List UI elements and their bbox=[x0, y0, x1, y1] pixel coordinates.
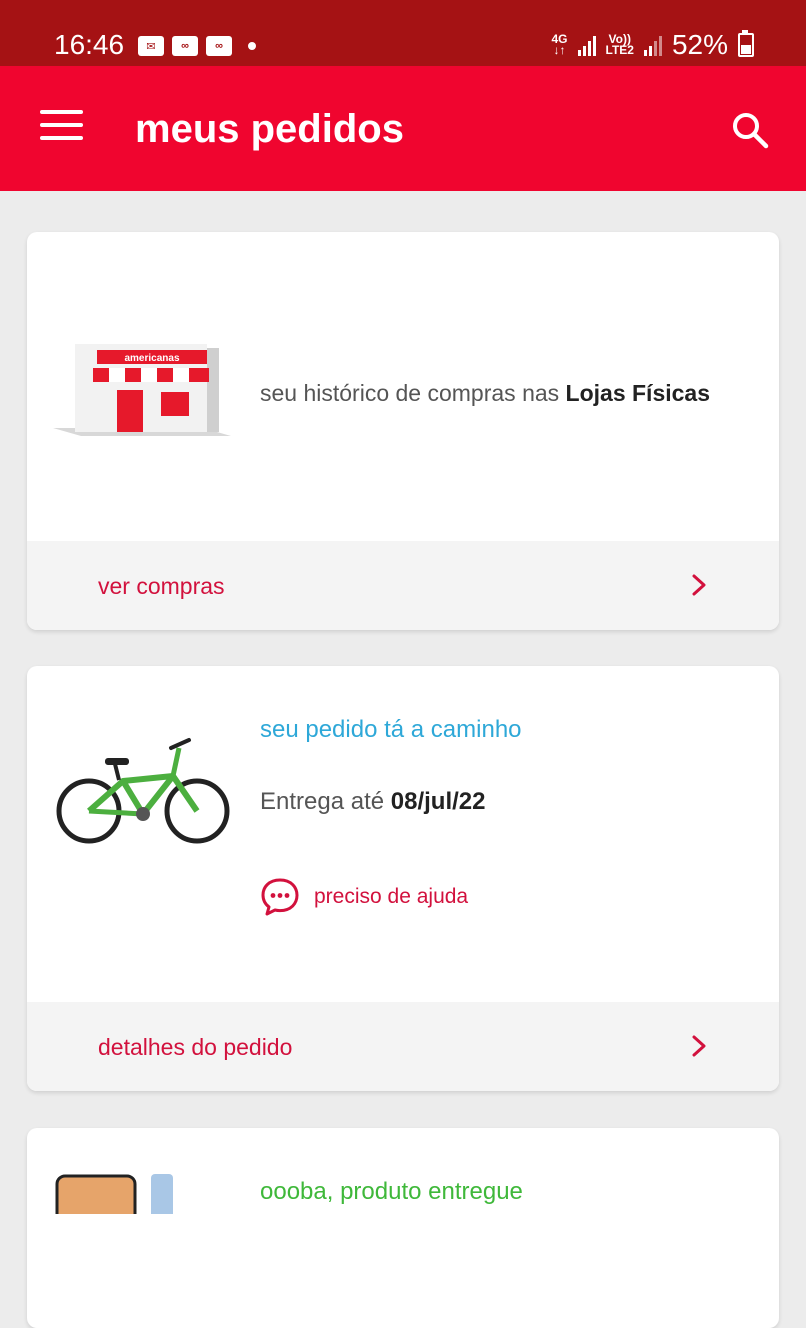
search-icon[interactable] bbox=[730, 110, 770, 150]
chat-bubble-icon bbox=[261, 878, 299, 916]
order-details-label: detalhes do pedido bbox=[98, 1034, 293, 1060]
store-illustration: americanas bbox=[53, 344, 231, 436]
phone-product-image bbox=[55, 1174, 173, 1214]
voicemail-notification-icon: ∞ bbox=[206, 36, 232, 56]
ver-compras-button[interactable]: ver compras bbox=[27, 541, 779, 630]
order-card: seu pedido tá a caminho Entrega até 08/j… bbox=[27, 666, 779, 1091]
voicemail-notification-icon: ∞ bbox=[172, 36, 198, 56]
system-icons: 4G ↓↑ Vo)) LTE2 52% bbox=[551, 28, 754, 62]
outlook-notification-icon: ✉ bbox=[138, 36, 164, 56]
battery-icon bbox=[738, 30, 754, 57]
signal-icon bbox=[643, 34, 662, 56]
bicycle-product-image bbox=[56, 738, 230, 844]
chevron-right-icon bbox=[692, 574, 706, 596]
order-details-button[interactable]: detalhes do pedido bbox=[27, 1002, 779, 1091]
network-4g-icon: 4G ↓↑ bbox=[551, 32, 568, 57]
store-sign-text: americanas bbox=[124, 353, 179, 364]
physical-stores-card: americanas seu histórico de compras nas … bbox=[27, 232, 779, 630]
signal-icon bbox=[577, 34, 596, 56]
order-status: seu pedido tá a caminho bbox=[260, 716, 522, 743]
chevron-right-icon bbox=[692, 1035, 706, 1057]
delivery-date-text: Entrega até 08/jul/22 bbox=[260, 788, 486, 815]
ver-compras-label: ver compras bbox=[98, 573, 225, 599]
store-history-text: seu histórico de compras nas Lojas Físic… bbox=[260, 380, 711, 406]
status-time: 16:46 bbox=[54, 29, 125, 60]
more-notifications-icon bbox=[248, 42, 256, 50]
page-title: meus pedidos bbox=[135, 107, 404, 151]
hamburger-menu-icon[interactable] bbox=[40, 110, 84, 146]
delivered-order-card: oooba, produto entregue bbox=[27, 1128, 779, 1328]
volte-icon: Vo)) LTE2 bbox=[605, 32, 634, 57]
battery-percent: 52% bbox=[671, 29, 728, 60]
app-bar: meus pedidos bbox=[0, 66, 806, 191]
order-status: oooba, produto entregue bbox=[260, 1178, 523, 1205]
help-button[interactable]: preciso de ajuda bbox=[260, 872, 468, 922]
notification-icons: ✉ ∞ ∞ bbox=[138, 34, 256, 58]
status-bar: 16:46 ✉ ∞ ∞ 4G ↓↑ Vo)) LTE2 52% bbox=[0, 0, 806, 66]
help-label: preciso de ajuda bbox=[314, 885, 469, 908]
